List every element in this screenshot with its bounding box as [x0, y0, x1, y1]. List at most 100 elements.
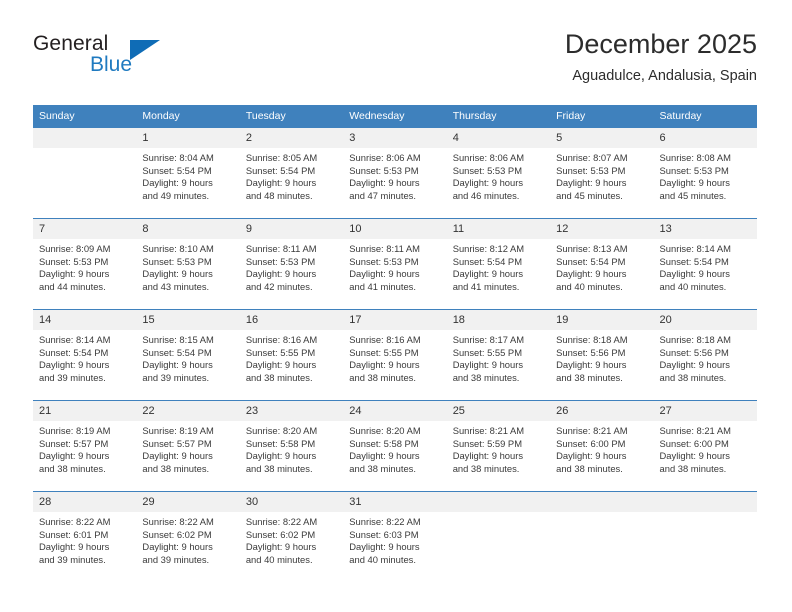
day-detail-line: Sunset: 5:54 PM	[659, 255, 729, 267]
day-cell-5[interactable]: 5 Sunrise: 8:07 AM Sunset: 5:53 PM Daylight…	[550, 128, 654, 218]
day-detail-line: Daylight: 9 hours	[39, 450, 110, 462]
day-detail-line: Daylight: 9 hours	[245, 177, 317, 189]
day-details: Sunrise: 8:21 AM Sunset: 5:59 PM Daylight:…	[447, 421, 550, 475]
day-detail-line: Sunset: 5:54 PM	[452, 255, 522, 267]
day-cell-24[interactable]: 24 Sunrise: 8:20 AM Sunset: 5:58 PM Dayligh…	[343, 401, 447, 491]
day-detail-line: Sunset: 5:53 PM	[39, 255, 109, 267]
day-details: Sunrise: 8:04 AM Sunset: 5:54 PM Daylight:…	[136, 148, 239, 202]
day-cell-17[interactable]: 17 Sunrise: 8:16 AM Sunset: 5:55 PM Dayligh…	[343, 310, 447, 400]
day-detail-line: Sunset: 5:55 PM	[349, 346, 419, 358]
day-detail-line: and 42 minutes.	[245, 280, 313, 292]
day-cell-28[interactable]: 28 Sunrise: 8:22 AM Sunset: 6:01 PM Dayligh…	[33, 492, 137, 582]
day-cell-27[interactable]: 27 Sunrise: 8:21 AM Sunset: 6:00 PM Dayligh…	[653, 401, 757, 491]
day-detail-line: and 38 minutes.	[245, 371, 313, 383]
day-detail-line: and 40 minutes.	[556, 280, 623, 292]
day-detail-line: Daylight: 9 hours	[142, 450, 213, 462]
day-detail-line: Sunrise: 8:10 AM	[142, 243, 214, 254]
day-detail-line: Sunrise: 8:19 AM	[142, 425, 214, 436]
weekday-header-sunday: Sunday	[33, 105, 137, 127]
day-details: Sunrise: 8:14 AM Sunset: 5:54 PM Daylight:…	[33, 330, 136, 384]
general-blue-logo[interactable]: General Blue	[33, 32, 213, 88]
day-detail-line: and 45 minutes.	[556, 189, 623, 201]
day-cell-8[interactable]: 8 Sunrise: 8:10 AM Sunset: 5:53 PM Daylight…	[136, 219, 240, 309]
day-details: Sunrise: 8:10 AM Sunset: 5:53 PM Daylight:…	[136, 239, 239, 293]
calendar-week-row: 7 Sunrise: 8:09 AM Sunset: 5:53 PM Daylight…	[33, 219, 757, 309]
day-detail-line: Sunrise: 8:04 AM	[142, 152, 214, 163]
day-cell-19[interactable]: 19 Sunrise: 8:18 AM Sunset: 5:56 PM Dayligh…	[550, 310, 654, 400]
day-detail-line: and 39 minutes.	[39, 371, 106, 383]
day-number: 13	[653, 219, 757, 239]
day-detail-line: Daylight: 9 hours	[659, 450, 730, 462]
day-cell-empty	[653, 492, 757, 582]
day-cell-10[interactable]: 10 Sunrise: 8:11 AM Sunset: 5:53 PM Dayligh…	[343, 219, 447, 309]
day-cell-29[interactable]: 29 Sunrise: 8:22 AM Sunset: 6:02 PM Dayligh…	[136, 492, 240, 582]
day-details	[447, 512, 550, 516]
weekday-header-tuesday: Tuesday	[239, 105, 344, 127]
day-number: 12	[550, 219, 654, 239]
day-detail-line: Sunrise: 8:12 AM	[452, 243, 525, 254]
day-detail-line: and 38 minutes.	[556, 371, 623, 383]
day-number: 8	[136, 219, 240, 239]
day-details	[654, 512, 757, 516]
day-cell-12[interactable]: 12 Sunrise: 8:13 AM Sunset: 5:54 PM Dayligh…	[550, 219, 654, 309]
day-details: Sunrise: 8:18 AM Sunset: 5:56 PM Daylight:…	[654, 330, 757, 384]
calendar-week-row: 1 Sunrise: 8:04 AM Sunset: 5:54 PM Daylight…	[33, 128, 757, 218]
day-details: Sunrise: 8:13 AM Sunset: 5:54 PM Daylight:…	[550, 239, 653, 293]
day-details	[550, 512, 653, 516]
day-detail-line: Daylight: 9 hours	[39, 268, 110, 280]
day-detail-line: Daylight: 9 hours	[349, 359, 420, 371]
day-detail-line: Sunrise: 8:09 AM	[39, 243, 111, 254]
day-cell-4[interactable]: 4 Sunrise: 8:06 AM Sunset: 5:53 PM Daylight…	[446, 128, 551, 218]
day-detail-line: Sunset: 5:54 PM	[39, 346, 109, 358]
day-cell-31[interactable]: 31 Sunrise: 8:22 AM Sunset: 6:03 PM Dayligh…	[343, 492, 447, 582]
day-detail-line: Sunset: 5:55 PM	[452, 346, 522, 358]
day-detail-line: Daylight: 9 hours	[142, 359, 213, 371]
day-detail-line: and 46 minutes.	[452, 189, 520, 201]
day-detail-line: Sunrise: 8:22 AM	[142, 516, 214, 527]
day-detail-line: Sunset: 5:53 PM	[659, 164, 729, 176]
day-cell-26[interactable]: 26 Sunrise: 8:21 AM Sunset: 6:00 PM Dayligh…	[550, 401, 654, 491]
calendar-grid: Sunday Monday Tuesday Wednesday Thursday Frid…	[33, 105, 757, 582]
day-cell-21[interactable]: 21 Sunrise: 8:19 AM Sunset: 5:57 PM Dayligh…	[33, 401, 137, 491]
day-cell-18[interactable]: 18 Sunrise: 8:17 AM Sunset: 5:55 PM Dayligh…	[446, 310, 551, 400]
day-details: Sunrise: 8:06 AM Sunset: 5:53 PM Daylight:…	[447, 148, 550, 202]
day-number: 31	[343, 492, 447, 512]
day-cell-15[interactable]: 15 Sunrise: 8:15 AM Sunset: 5:54 PM Dayligh…	[136, 310, 240, 400]
page-title: December 2025	[564, 29, 757, 59]
day-cell-11[interactable]: 11 Sunrise: 8:12 AM Sunset: 5:54 PM Dayligh…	[446, 219, 551, 309]
day-detail-line: Sunrise: 8:05 AM	[245, 152, 318, 163]
day-detail-line: Sunset: 5:54 PM	[142, 346, 212, 358]
day-cell-6[interactable]: 6 Sunrise: 8:08 AM Sunset: 5:53 PM Daylight…	[653, 128, 757, 218]
day-detail-line: Daylight: 9 hours	[142, 177, 213, 189]
day-number: 28	[33, 492, 137, 512]
day-number: 27	[653, 401, 757, 421]
day-cell-20[interactable]: 20 Sunrise: 8:18 AM Sunset: 5:56 PM Dayligh…	[653, 310, 757, 400]
day-cell-empty	[446, 492, 551, 582]
day-cell-2[interactable]: 2 Sunrise: 8:05 AM Sunset: 5:54 PM Daylight…	[239, 128, 344, 218]
day-cell-9[interactable]: 9 Sunrise: 8:11 AM Sunset: 5:53 PM Daylight…	[239, 219, 344, 309]
day-cell-16[interactable]: 16 Sunrise: 8:16 AM Sunset: 5:55 PM Dayligh…	[239, 310, 344, 400]
day-detail-line: Sunset: 5:54 PM	[556, 255, 626, 267]
day-detail-line: and 47 minutes.	[349, 189, 416, 201]
day-cell-13[interactable]: 13 Sunrise: 8:14 AM Sunset: 5:54 PM Dayligh…	[653, 219, 757, 309]
day-detail-line: and 39 minutes.	[142, 553, 210, 565]
day-detail-line: Daylight: 9 hours	[452, 268, 524, 280]
day-cell-22[interactable]: 22 Sunrise: 8:19 AM Sunset: 5:57 PM Dayligh…	[136, 401, 240, 491]
day-details: Sunrise: 8:19 AM Sunset: 5:57 PM Daylight:…	[33, 421, 136, 475]
day-cell-3[interactable]: 3 Sunrise: 8:06 AM Sunset: 5:53 PM Daylight…	[343, 128, 447, 218]
day-cell-7[interactable]: 7 Sunrise: 8:09 AM Sunset: 5:53 PM Daylight…	[33, 219, 137, 309]
day-cell-1[interactable]: 1 Sunrise: 8:04 AM Sunset: 5:54 PM Daylight…	[136, 128, 240, 218]
weekday-header-saturday: Saturday	[653, 105, 757, 127]
day-cell-30[interactable]: 30 Sunrise: 8:22 AM Sunset: 6:02 PM Dayligh…	[239, 492, 344, 582]
day-number: 14	[33, 310, 137, 330]
day-detail-line: and 49 minutes.	[142, 189, 210, 201]
day-detail-line: Sunrise: 8:07 AM	[556, 152, 628, 163]
day-cell-23[interactable]: 23 Sunrise: 8:20 AM Sunset: 5:58 PM Dayligh…	[239, 401, 344, 491]
day-cell-25[interactable]: 25 Sunrise: 8:21 AM Sunset: 5:59 PM Dayligh…	[446, 401, 551, 491]
day-cell-14[interactable]: 14 Sunrise: 8:14 AM Sunset: 5:54 PM Dayligh…	[33, 310, 137, 400]
day-number: 11	[446, 219, 551, 239]
day-number: 2	[239, 128, 344, 148]
weekday-header-monday: Monday	[136, 105, 240, 127]
day-detail-line: Sunrise: 8:21 AM	[452, 425, 525, 436]
day-detail-line: and 38 minutes.	[142, 462, 210, 474]
